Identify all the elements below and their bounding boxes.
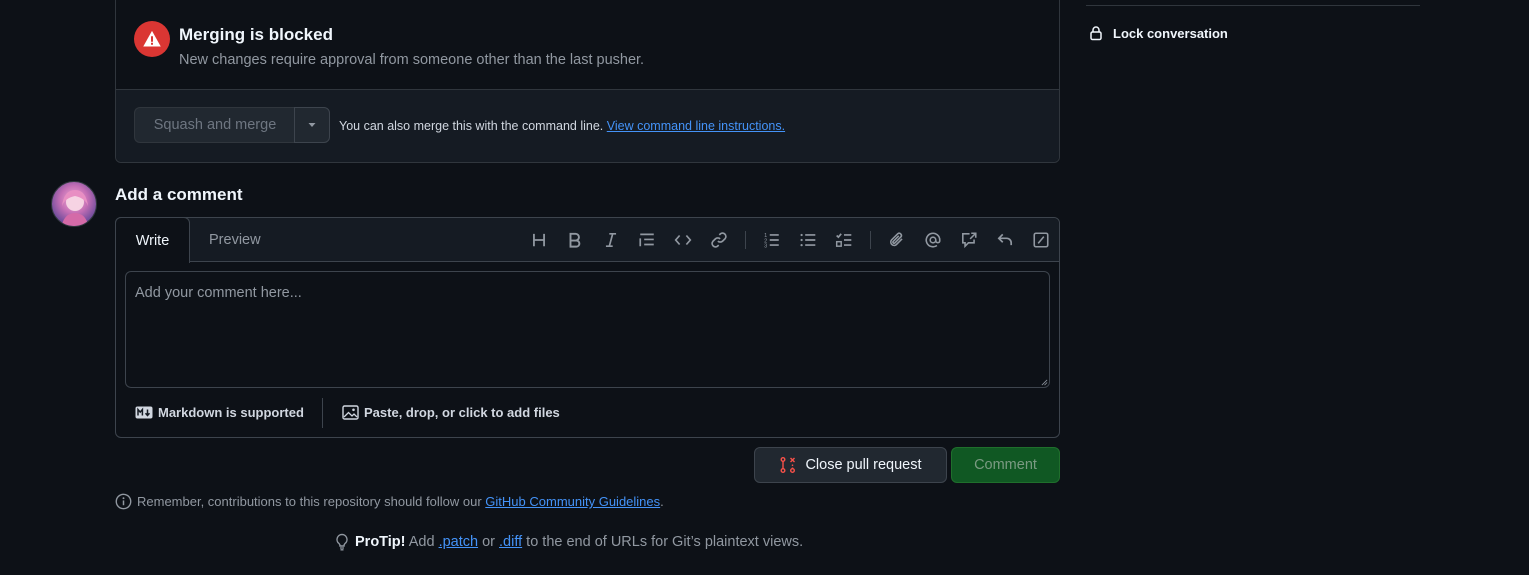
merge-status: Merging is blocked New changes require a… [116, 0, 1059, 90]
squash-and-merge-button[interactable]: Squash and merge [134, 107, 295, 143]
image-icon [342, 405, 359, 420]
protip-post: to the end of URLs for Git’s plaintext v… [526, 534, 804, 550]
slash-command-icon[interactable] [1023, 224, 1059, 256]
editor-header: Write Preview 123 [115, 217, 1059, 263]
diff-link[interactable]: .diff [499, 534, 522, 550]
code-icon[interactable] [665, 224, 701, 256]
comment-button[interactable]: Comment [951, 447, 1060, 483]
merge-box: Merging is blocked New changes require a… [115, 0, 1060, 163]
community-guidelines-link[interactable]: GitHub Community Guidelines [485, 494, 660, 509]
ordered-list-icon[interactable]: 123 [754, 224, 790, 256]
command-line-text: You can also merge this with the command… [339, 119, 604, 133]
unordered-list-icon[interactable] [790, 224, 826, 256]
tab-preview[interactable]: Preview [209, 232, 261, 248]
close-pull-request-button[interactable]: Close pull request [754, 447, 947, 483]
mention-icon[interactable] [915, 224, 951, 256]
close-pull-request-label: Close pull request [805, 457, 922, 473]
italic-icon[interactable] [593, 224, 629, 256]
protip-or: or [482, 534, 495, 550]
link-icon[interactable] [701, 224, 737, 256]
resize-handle-icon[interactable] [1041, 379, 1048, 386]
toolbar-divider [745, 231, 746, 249]
merge-actions: Squash and merge You can also merge this… [116, 90, 1059, 162]
editor-footer: Markdown is supported Paste, drop, or cl… [116, 396, 1059, 438]
markdown-supported-link[interactable]: Markdown is supported [135, 405, 304, 420]
add-files-label: Paste, drop, or click to add files [364, 405, 560, 420]
protip: ProTip! Add .patch or .diff to the end o… [335, 533, 803, 551]
task-list-icon[interactable] [826, 224, 862, 256]
protip-label: ProTip! [355, 534, 406, 550]
footer-divider [322, 398, 323, 428]
sidebar-divider [1086, 5, 1420, 6]
toolbar-divider [870, 231, 871, 249]
lock-conversation-link[interactable]: Lock conversation [1088, 25, 1228, 41]
add-comment-heading: Add a comment [115, 185, 243, 204]
bold-icon[interactable] [557, 224, 593, 256]
svg-text:3: 3 [764, 243, 767, 249]
command-line-instructions-link[interactable]: View command line instructions. [607, 119, 785, 133]
paperclip-icon[interactable] [879, 224, 915, 256]
patch-link[interactable]: .patch [439, 534, 479, 550]
pull-request-closed-icon [780, 457, 796, 473]
protip-pre: Add [408, 534, 435, 550]
heading-icon[interactable] [521, 224, 557, 256]
merge-status-description: New changes require approval from someon… [179, 52, 645, 68]
cross-reference-icon[interactable] [951, 224, 987, 256]
comment-editor: Write Preview 123 Add your comment here.… [115, 217, 1060, 438]
info-icon [115, 493, 132, 510]
markdown-toolbar: 123 [521, 218, 1059, 262]
comment-textarea[interactable]: Add your comment here... [125, 271, 1050, 388]
markdown-supported-label: Markdown is supported [158, 405, 304, 420]
avatar[interactable] [51, 181, 97, 227]
guidelines-text: Remember, contributions to this reposito… [137, 494, 482, 509]
quote-icon[interactable] [629, 224, 665, 256]
command-line-hint: You can also merge this with the command… [339, 119, 785, 133]
alert-icon [134, 21, 170, 57]
add-files-button[interactable]: Paste, drop, or click to add files [342, 405, 560, 420]
triangle-down-icon [308, 123, 316, 127]
lock-conversation-label: Lock conversation [1113, 25, 1228, 41]
markdown-icon [135, 406, 153, 419]
contribution-guidelines-note: Remember, contributions to this reposito… [115, 493, 664, 510]
merge-status-title: Merging is blocked [179, 25, 333, 44]
reply-icon[interactable] [987, 224, 1023, 256]
merge-method-dropdown[interactable] [294, 107, 330, 143]
tab-write[interactable]: Write [115, 217, 190, 263]
light-bulb-icon [336, 533, 348, 551]
lock-icon [1090, 26, 1102, 41]
guidelines-end: . [660, 494, 664, 509]
